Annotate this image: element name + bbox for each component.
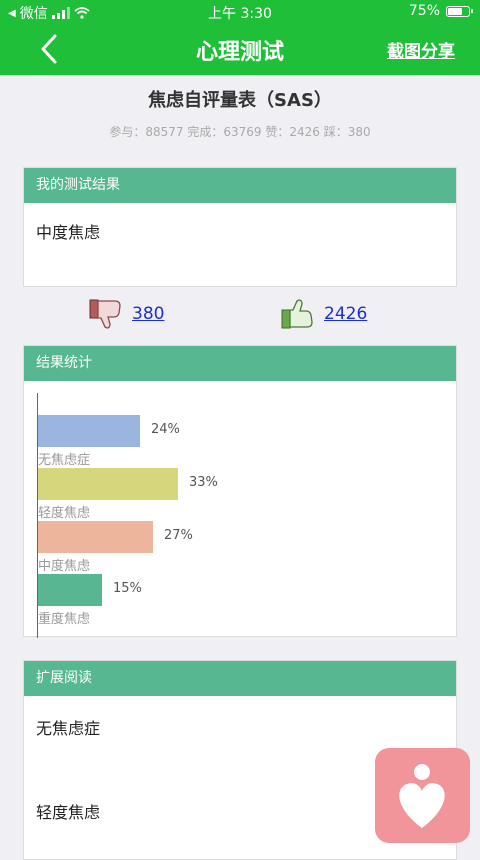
result-bar-chart: 24% 无焦虑症 33% 轻度焦虑 27% 中度焦虑 15% 重度焦虑: [24, 381, 456, 639]
like-count[interactable]: 2426: [324, 304, 367, 324]
chart-value-label: 15%: [113, 581, 142, 596]
result-text: 中度焦虑: [36, 223, 101, 242]
like-button[interactable]: 2426: [280, 298, 367, 330]
chart-category-label: 中度焦虑: [38, 559, 91, 574]
status-right: 75%: [408, 3, 473, 19]
chart-bar: [38, 521, 153, 553]
heart-person-icon: [399, 764, 445, 828]
thumbs-down-icon: [89, 299, 121, 329]
chart-category-label: 轻度焦虑: [38, 506, 91, 521]
screenshot-share-button[interactable]: 截图分享: [387, 37, 455, 62]
chart-category-label: 无焦虑症: [38, 453, 91, 468]
result-card: 我的测试结果 中度焦虑: [23, 167, 457, 287]
nav-bar: 心理测试 截图分享: [0, 24, 480, 75]
reading-item[interactable]: 无焦虑症: [36, 715, 100, 739]
stats-card-header: 结果统计: [24, 346, 456, 381]
dislike-button[interactable]: 380: [88, 298, 164, 330]
status-bar: ◀ 微信 上午 3:30 75%: [0, 0, 480, 24]
result-card-header: 我的测试结果: [24, 168, 456, 203]
chart-bar: [38, 574, 102, 606]
chart-bar: [38, 468, 178, 500]
stats-card: 结果统计 24% 无焦虑症 33% 轻度焦虑 27% 中度焦虑 15% 重度焦虑: [23, 345, 457, 639]
chart-value-label: 33%: [189, 475, 218, 490]
reading-item[interactable]: 轻度焦虑: [36, 799, 100, 823]
chart-bar: [38, 415, 140, 447]
thumbs-up-icon: [281, 299, 313, 329]
dislike-count[interactable]: 380: [132, 304, 164, 324]
test-title: 焦虑自评量表（SAS）: [148, 90, 332, 111]
test-stats: 参与：88577 完成：63769 赞：2426 踩：380: [109, 125, 371, 139]
app-logo[interactable]: [375, 748, 470, 843]
reading-card-header: 扩展阅读: [24, 661, 456, 696]
battery-icon: [446, 5, 473, 17]
chart-category-label: 重度焦虑: [38, 612, 91, 627]
chart-value-label: 27%: [164, 528, 193, 543]
vote-row: 380 2426: [0, 298, 480, 334]
battery-percent: 75%: [408, 3, 440, 19]
chart-value-label: 24%: [151, 422, 180, 437]
